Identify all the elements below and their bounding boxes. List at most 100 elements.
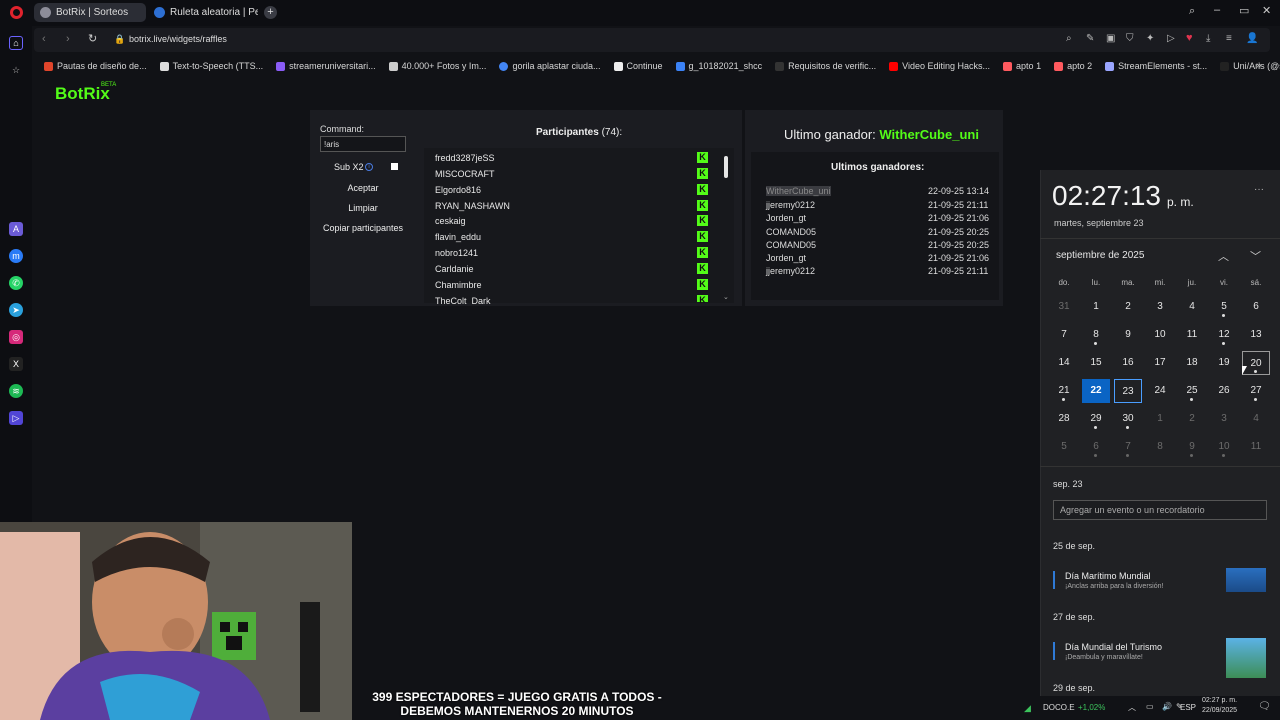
instagram-icon[interactable]: ◎ — [9, 330, 23, 344]
calendar-day[interactable]: 7 — [1050, 323, 1078, 347]
back-icon[interactable]: ‹ — [42, 33, 46, 45]
calendar-day[interactable]: 3 — [1210, 407, 1238, 431]
bookmark-item[interactable]: streameruniversitari... — [276, 61, 376, 71]
copy-participants-button[interactable]: Copiar participantes — [320, 220, 406, 236]
list-scrollbar[interactable] — [724, 156, 728, 178]
spotify-icon[interactable]: ≋ — [9, 384, 23, 398]
calendar-day-today[interactable]: 22 — [1082, 379, 1110, 403]
maximize-icon[interactable]: ▭ — [1239, 4, 1249, 17]
bookmark-item[interactable]: apto 1 — [1003, 61, 1041, 71]
last-winner-heading: Ultimo ganador: WitherCube_uni — [784, 127, 979, 142]
calendar-day[interactable]: 26 — [1210, 379, 1238, 403]
calendar-day[interactable]: 31 — [1050, 295, 1078, 319]
calendar-day[interactable]: 19 — [1210, 351, 1238, 375]
calendar-day[interactable]: 13 — [1242, 323, 1270, 347]
url-field[interactable]: botrix.live/widgets/raffles — [129, 34, 227, 44]
messenger-icon[interactable]: m — [9, 249, 23, 263]
volume-icon[interactable]: 🔊 — [1162, 702, 1172, 711]
network-icon[interactable]: ▭ — [1146, 702, 1154, 711]
previous-month-icon[interactable]: ︿ — [1218, 248, 1229, 264]
player-icon[interactable]: ▷ — [9, 411, 23, 425]
calendar-day[interactable]: 1 — [1082, 295, 1110, 319]
scroll-down-icon[interactable]: ⌄ — [723, 293, 729, 301]
calendar-day[interactable]: 11 — [1178, 323, 1206, 347]
profile-icon[interactable]: 👤 — [1246, 33, 1258, 44]
tab-ruleta[interactable]: Ruleta aleatoria | Personal — [148, 3, 258, 22]
calendar-day[interactable]: 11 — [1242, 435, 1270, 459]
calendar-day[interactable]: 4 — [1178, 295, 1206, 319]
calendar-day[interactable]: 6 — [1242, 295, 1270, 319]
heart-icon[interactable]: ♥ — [1186, 32, 1193, 44]
bookmark-item[interactable]: g_10182021_shcc — [675, 61, 762, 71]
calendar-day[interactable]: 18 — [1178, 351, 1206, 375]
play-icon[interactable]: ▷ — [1167, 33, 1175, 44]
calendar-day[interactable]: 4 — [1242, 407, 1270, 431]
bookmark-item[interactable]: apto 2 — [1054, 61, 1092, 71]
search-icon[interactable]: ⌕ — [1066, 33, 1072, 44]
clear-button[interactable]: Limpiar — [320, 200, 406, 216]
edit-icon[interactable]: ✎ — [1086, 33, 1094, 44]
sub-x2-checkbox[interactable] — [391, 163, 398, 170]
bookmark-item[interactable]: Pautas de diseño de... — [44, 61, 147, 71]
bookmark-item[interactable]: Text-to-Speech (TTS... — [159, 61, 263, 71]
language-indicator[interactable]: ESP — [1180, 703, 1196, 712]
calendar-day[interactable]: 8 — [1146, 435, 1174, 459]
bookmark-item[interactable]: 40.000+ Fotos y Im... — [388, 61, 486, 71]
bookmark-item[interactable]: Requisitos de verific... — [775, 61, 876, 71]
download-icon[interactable]: ⤓ — [1206, 33, 1210, 44]
command-input[interactable]: !aris — [320, 136, 406, 152]
calendar-day[interactable]: 24 — [1146, 379, 1174, 403]
next-month-icon[interactable]: ﹀ — [1250, 248, 1261, 264]
new-tab-icon[interactable]: + — [264, 6, 277, 19]
calendar-day[interactable]: 16 — [1114, 351, 1142, 375]
tab-botrix[interactable]: BotRix | Sorteos — [34, 3, 146, 22]
minimize-icon[interactable]: – — [1214, 4, 1220, 16]
accept-button[interactable]: Aceptar — [320, 180, 406, 196]
calendar-day[interactable]: 5 — [1050, 435, 1078, 459]
google-icon — [499, 61, 509, 71]
close-icon[interactable]: ✕ — [1262, 4, 1271, 17]
search-tabs-icon[interactable]: ⌕ — [1189, 5, 1195, 18]
bookmark-item[interactable]: StreamElements - st... — [1105, 61, 1207, 71]
taskbar-clock-time[interactable]: 02:27 p. m. — [1202, 697, 1237, 704]
reload-icon[interactable]: ↻ — [88, 32, 97, 45]
bookmark-item[interactable]: Uni/Aris (@streame... — [1220, 61, 1280, 71]
opera-logo-icon[interactable] — [10, 6, 23, 19]
calendar-day[interactable]: 9 — [1114, 323, 1142, 347]
calendar-day[interactable]: 3 — [1146, 295, 1174, 319]
bookmarks-more-icon[interactable]: » — [1256, 60, 1262, 71]
calendar-day[interactable]: 14 — [1050, 351, 1078, 375]
shield-icon[interactable]: ⛉ — [1126, 33, 1134, 44]
taskbar-clock-date[interactable]: 22/09/2025 — [1202, 707, 1237, 714]
calendar-day-selected[interactable]: 23 — [1114, 379, 1142, 403]
more-options-icon[interactable]: ··· — [1254, 184, 1264, 195]
tray-chevron-icon[interactable]: ︿ — [1128, 702, 1136, 713]
month-label[interactable]: septiembre de 2025 — [1056, 250, 1144, 261]
calendar-day[interactable]: 2 — [1114, 295, 1142, 319]
add-event-input[interactable]: Agregar un evento o un recordatorio — [1053, 500, 1267, 520]
camera-icon[interactable]: ▣ — [1106, 33, 1115, 44]
ticker-symbol[interactable]: DOCO.E — [1043, 703, 1075, 712]
x-icon[interactable]: X — [9, 357, 23, 371]
bookmark-icon — [675, 61, 685, 71]
event-title[interactable]: Día Mundial del Turismo — [1065, 642, 1162, 652]
star-icon[interactable]: ☆ — [9, 63, 23, 77]
bookmark-item[interactable]: Continue — [613, 61, 663, 71]
whatsapp-icon[interactable]: ✆ — [9, 276, 23, 290]
bookmark-item[interactable]: gorila aplastar ciuda... — [499, 61, 601, 71]
event-title[interactable]: Día Marítimo Mundial — [1065, 571, 1151, 581]
calendar-day[interactable]: 1 — [1146, 407, 1174, 431]
aria-icon[interactable]: A — [9, 222, 23, 236]
forward-icon[interactable]: › — [66, 33, 70, 45]
bookmark-item[interactable]: Video Editing Hacks... — [889, 61, 990, 71]
notifications-icon[interactable]: 🗨 — [1258, 701, 1271, 712]
calendar-day[interactable]: 2 — [1178, 407, 1206, 431]
calendar-day[interactable]: 28 — [1050, 407, 1078, 431]
calendar-day[interactable]: 10 — [1146, 323, 1174, 347]
calendar-day[interactable]: 17 — [1146, 351, 1174, 375]
telegram-icon[interactable]: ➤ — [9, 303, 23, 317]
calendar-day[interactable]: 15 — [1082, 351, 1110, 375]
home-icon[interactable]: ⌂ — [9, 36, 23, 50]
menu-icon[interactable]: ≡ — [1226, 33, 1232, 44]
extensions-icon[interactable]: ✦ — [1146, 33, 1154, 44]
